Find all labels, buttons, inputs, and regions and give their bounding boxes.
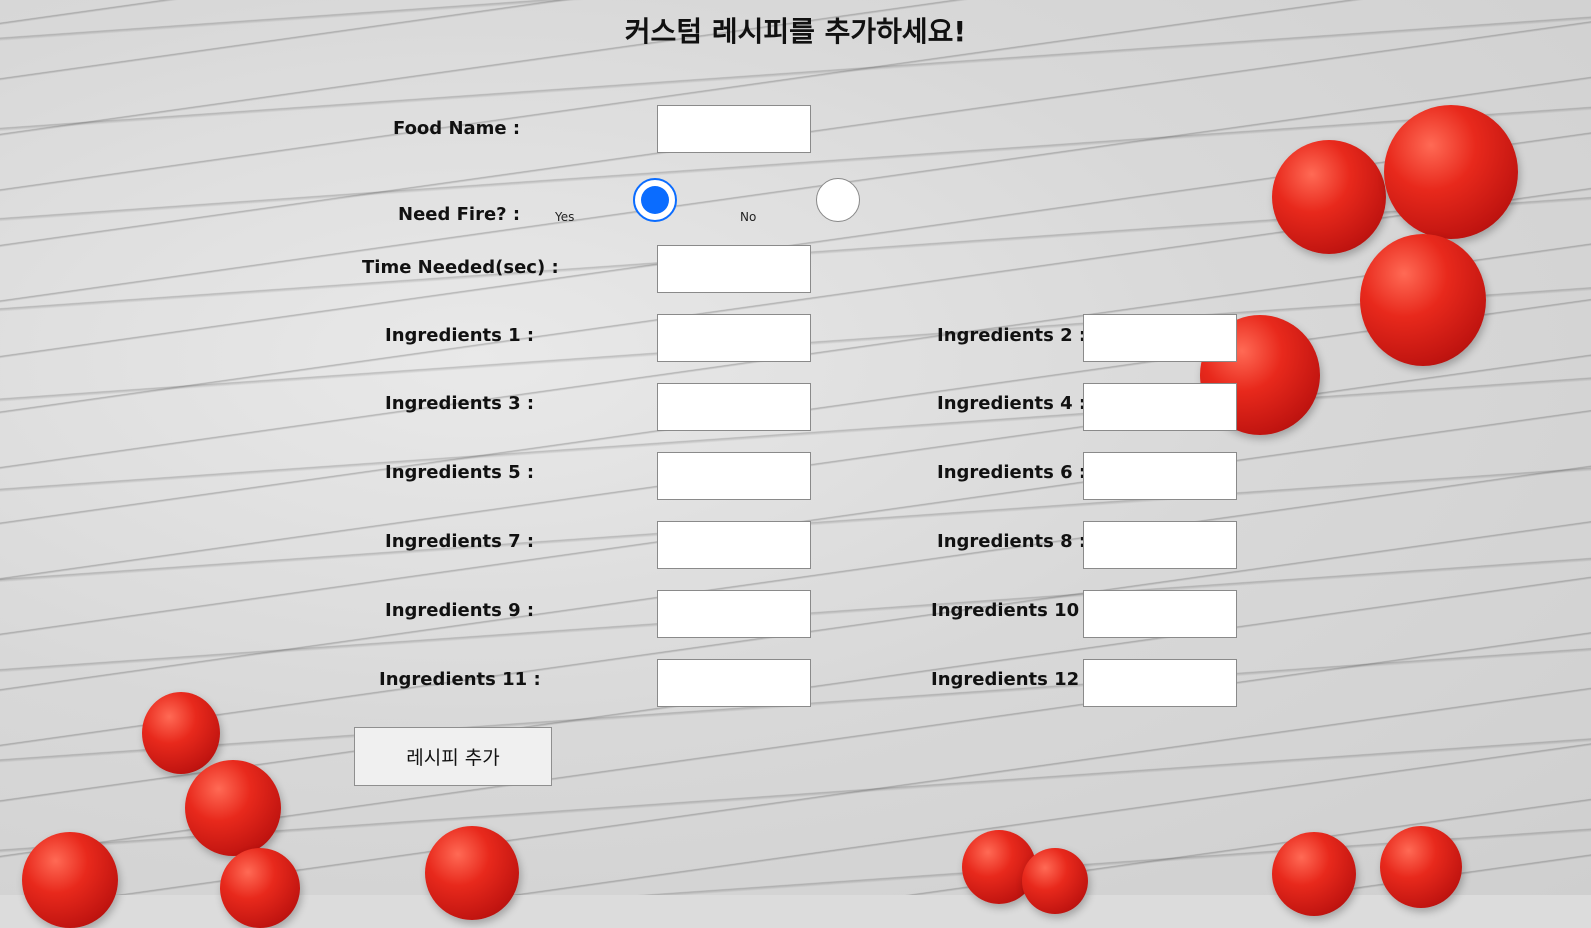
time-needed-label: Time Needed(sec) : [362, 257, 559, 278]
food-name-label: Food Name : [393, 118, 521, 139]
page-title: 커스텀 레시피를 추가하세요! [624, 15, 967, 48]
ingredients-3-label: Ingredients 3 : [385, 393, 535, 414]
ingredients-10-label: Ingredients 10 : [931, 600, 1093, 621]
tomato-decoration [1384, 105, 1518, 239]
need-fire-no-label: No [740, 210, 757, 224]
ingredients-10-input[interactable] [1083, 590, 1237, 638]
ingredients-7-label: Ingredients 7 : [385, 531, 535, 552]
tomato-decoration [1360, 234, 1486, 366]
ingredients-12-input[interactable] [1083, 659, 1237, 707]
ingredients-11-label: Ingredients 11 : [379, 669, 541, 690]
tomato-decoration [1380, 826, 1462, 908]
ingredients-4-input[interactable] [1083, 383, 1237, 431]
ingredients-9-label: Ingredients 9 : [385, 600, 535, 621]
ingredients-11-input[interactable] [657, 659, 811, 707]
ingredients-8-label: Ingredients 8 : [937, 531, 1087, 552]
tomato-decoration [142, 692, 220, 774]
ingredients-3-input[interactable] [657, 383, 811, 431]
ingredients-8-input[interactable] [1083, 521, 1237, 569]
tomato-decoration [1272, 832, 1356, 916]
tomato-decoration [220, 848, 300, 928]
need-fire-yes-radio[interactable] [633, 178, 677, 222]
ingredients-6-label: Ingredients 6 : [937, 462, 1087, 483]
ingredients-4-label: Ingredients 4 : [937, 393, 1087, 414]
ingredients-5-label: Ingredients 5 : [385, 462, 535, 483]
ingredients-9-input[interactable] [657, 590, 811, 638]
ingredients-2-label: Ingredients 2 : [937, 325, 1087, 346]
need-fire-yes-label: Yes [555, 210, 575, 224]
ingredients-1-input[interactable] [657, 314, 811, 362]
ingredients-7-input[interactable] [657, 521, 811, 569]
tomato-decoration [425, 826, 519, 920]
time-needed-input[interactable] [657, 245, 811, 293]
need-fire-label: Need Fire? : [398, 204, 521, 225]
tomato-decoration [185, 760, 281, 856]
tomato-decoration [1022, 848, 1088, 914]
ingredients-1-label: Ingredients 1 : [385, 325, 535, 346]
ingredients-12-label: Ingredients 12 : [931, 669, 1093, 690]
add-recipe-button[interactable]: 레시피 추가 [354, 727, 552, 786]
ingredients-2-input[interactable] [1083, 314, 1237, 362]
need-fire-no-radio[interactable] [816, 178, 860, 222]
tomato-decoration [1272, 140, 1386, 254]
ingredients-6-input[interactable] [1083, 452, 1237, 500]
tomato-decoration [22, 832, 118, 928]
ingredients-5-input[interactable] [657, 452, 811, 500]
food-name-input[interactable] [657, 105, 811, 153]
